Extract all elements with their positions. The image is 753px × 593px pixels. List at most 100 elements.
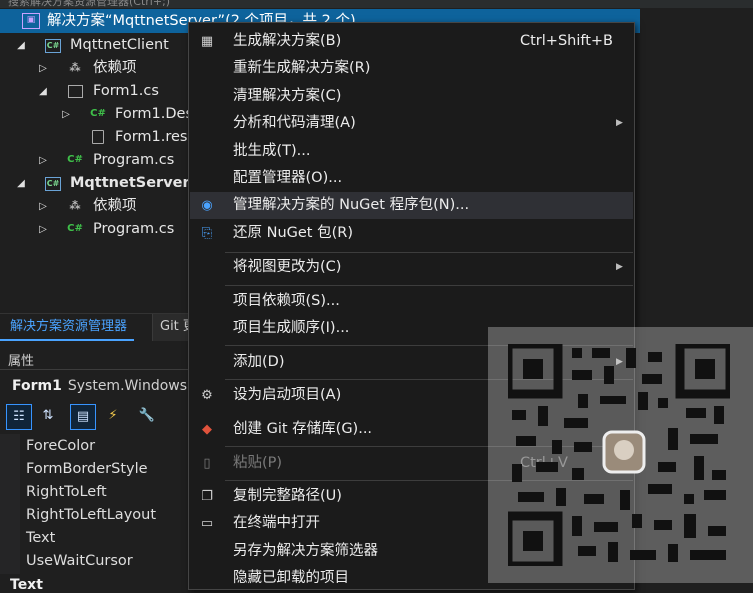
tree-item-label: 依赖项: [93, 60, 137, 76]
sort-alpha-icon: ⇅: [42, 408, 54, 423]
expanded-arrow-icon[interactable]: ◢: [16, 34, 26, 57]
tree-item-dependencies[interactable]: ▷ ⁂ 依赖项: [0, 195, 190, 218]
qr-code-overlay: [488, 327, 753, 583]
property-description-title: Text: [10, 577, 43, 593]
tree-item-program-client[interactable]: ▷ C# Program.cs: [0, 149, 190, 172]
csharp-file-icon: C#: [67, 223, 83, 234]
menu-item-label: 配置管理器(O)...: [233, 170, 343, 186]
menu-item-rebuild-solution[interactable]: 重新生成解决方案(R): [190, 55, 633, 82]
property-row[interactable]: Text: [26, 527, 55, 550]
tree-item-dependencies[interactable]: ▷ ⁂ 依赖项: [0, 57, 190, 80]
expanded-arrow-icon[interactable]: ◢: [38, 80, 48, 103]
menu-item-label: 项目依赖项(S)...: [233, 293, 340, 309]
tree-item-mqttnetclient[interactable]: ◢ C# MqttnetClient: [0, 34, 190, 57]
menu-item-label: 还原 NuGet 包(R): [233, 225, 353, 241]
menu-item-label: 创建 Git 存储库(G)...: [233, 421, 373, 437]
form-icon: [68, 85, 83, 98]
tree-item-label: Form1.resx: [115, 129, 190, 145]
menu-item-label: 重新生成解决方案(R): [233, 60, 371, 76]
property-row[interactable]: FormBorderStyle: [26, 458, 148, 481]
collapsed-arrow-icon[interactable]: ▷: [38, 57, 48, 80]
expanded-arrow-icon[interactable]: ◢: [16, 172, 26, 195]
tree-item-label: Program.cs: [93, 152, 175, 168]
properties-icon: ▤: [76, 409, 90, 424]
search-placeholder: 搜索解决方案资源管理器(Ctrl+;): [8, 0, 171, 8]
tree-item-label: Form1.Designer.cs: [115, 106, 190, 122]
menu-separator: [225, 252, 633, 253]
csharp-file-icon: C#: [90, 108, 106, 119]
menu-item-manage-nuget[interactable]: ◉ 管理解决方案的 NuGet 程序包(N)...: [190, 192, 633, 219]
collapsed-arrow-icon[interactable]: ▷: [61, 103, 71, 126]
categorized-view-button[interactable]: ☷: [6, 404, 32, 430]
terminal-icon: ▭: [200, 516, 214, 531]
menu-item-change-view[interactable]: 将视图更改为(C) ▶: [190, 254, 633, 281]
tree-item-form1[interactable]: ◢ Form1.cs: [0, 80, 190, 103]
alphabetical-view-button[interactable]: ⇅: [35, 404, 61, 430]
menu-item-label: 在终端中打开: [233, 515, 320, 531]
menu-item-project-dependencies[interactable]: 项目依赖项(S)...: [190, 288, 633, 315]
tree-item-label: MqttnetServer: [70, 175, 190, 191]
tree-item-form1-designer[interactable]: ▷ C# Form1.Designer.cs: [0, 103, 190, 126]
submenu-arrow-icon: ▶: [616, 118, 623, 128]
tree-item-label: Form1.cs: [93, 83, 159, 99]
menu-item-label: 批生成(T)...: [233, 143, 311, 159]
tab-solution-explorer[interactable]: 解决方案资源管理器: [0, 314, 135, 341]
nuget-icon: ◉: [201, 198, 213, 213]
menu-item-analyze-cleanup[interactable]: 分析和代码清理(A) ▶: [190, 110, 633, 137]
menu-item-label: 粘贴(P): [233, 455, 283, 471]
menu-item-build-solution[interactable]: ▦ 生成解决方案(B) Ctrl+Shift+B: [190, 28, 633, 55]
menu-item-label: 添加(D): [233, 354, 285, 370]
menu-item-label: 复制完整路径(U): [233, 488, 342, 504]
property-row[interactable]: ForeColor: [26, 435, 95, 458]
property-row[interactable]: RightToLeftLayout: [26, 504, 156, 527]
menu-item-label: 清理解决方案(C): [233, 88, 342, 104]
gear-icon: ⚙: [201, 388, 213, 403]
menu-item-clean-solution[interactable]: 清理解决方案(C): [190, 83, 633, 110]
menu-item-label: 管理解决方案的 NuGet 程序包(N)...: [233, 197, 470, 213]
restore-icon: ⎘: [201, 226, 213, 241]
menu-item-label: 将视图更改为(C): [233, 259, 342, 275]
menu-separator: [225, 285, 633, 286]
csharp-file-icon: C#: [67, 154, 83, 165]
menu-item-restore-nuget[interactable]: ⎘ 还原 NuGet 包(R): [190, 220, 633, 247]
csharp-project-icon: C#: [45, 177, 61, 191]
menu-item-label: 隐藏已卸载的项目: [233, 570, 349, 586]
property-grid-margin: [0, 434, 20, 574]
object-type: System.Windows: [67, 378, 188, 394]
object-name: Form1: [12, 378, 62, 394]
property-row[interactable]: UseWaitCursor: [26, 550, 133, 573]
wrench-icon: 🔧: [138, 408, 156, 423]
collapsed-arrow-icon[interactable]: ▷: [38, 218, 48, 241]
menu-item-configuration-manager[interactable]: 配置管理器(O)...: [190, 165, 633, 192]
properties-view-button[interactable]: ▤: [70, 404, 96, 430]
tree-item-form1-resx[interactable]: Form1.resx: [0, 126, 190, 149]
menu-item-batch-build[interactable]: 批生成(T)...: [190, 138, 633, 165]
dependencies-icon: ⁂: [69, 199, 81, 212]
submenu-arrow-icon: ▶: [616, 262, 623, 272]
solution-icon: ▣: [22, 13, 40, 29]
collapsed-arrow-icon[interactable]: ▷: [38, 149, 48, 172]
menu-item-label: 另存为解决方案筛选器: [233, 543, 378, 559]
properties-panel: 属性 Form1 System.Windows ☷ ⇅ ▤ ⚡ 🔧 ForeCol…: [0, 345, 190, 593]
properties-title: 属性: [8, 354, 35, 369]
lightning-icon: ⚡: [108, 408, 118, 423]
tree-item-mqttnetserver[interactable]: ◢ C# MqttnetServer: [0, 172, 190, 195]
collapsed-arrow-icon[interactable]: ▷: [38, 195, 48, 218]
menu-item-label: 项目生成顺序(I)...: [233, 320, 350, 336]
search-bar[interactable]: 搜索解决方案资源管理器(Ctrl+;): [0, 0, 753, 8]
events-view-button[interactable]: ⚡: [100, 404, 126, 430]
tree-item-label: MqttnetClient: [70, 37, 169, 53]
categorized-icon: ☷: [13, 409, 25, 424]
resx-file-icon: [92, 130, 104, 144]
property-row[interactable]: RightToLeft: [26, 481, 107, 504]
dependencies-icon: ⁂: [69, 61, 81, 74]
object-selector[interactable]: Form1 System.Windows: [12, 378, 187, 394]
paste-icon: ▯: [203, 456, 211, 471]
build-icon: ▦: [200, 34, 214, 49]
menu-item-label: 生成解决方案(B): [233, 33, 342, 49]
tree-item-label: 依赖项: [93, 198, 137, 214]
tree-item-program-server[interactable]: ▷ C# Program.cs: [0, 218, 190, 241]
copy-icon: ❐: [201, 489, 213, 504]
menu-item-label: 设为启动项目(A): [233, 387, 342, 403]
property-pages-button[interactable]: 🔧: [134, 404, 160, 430]
